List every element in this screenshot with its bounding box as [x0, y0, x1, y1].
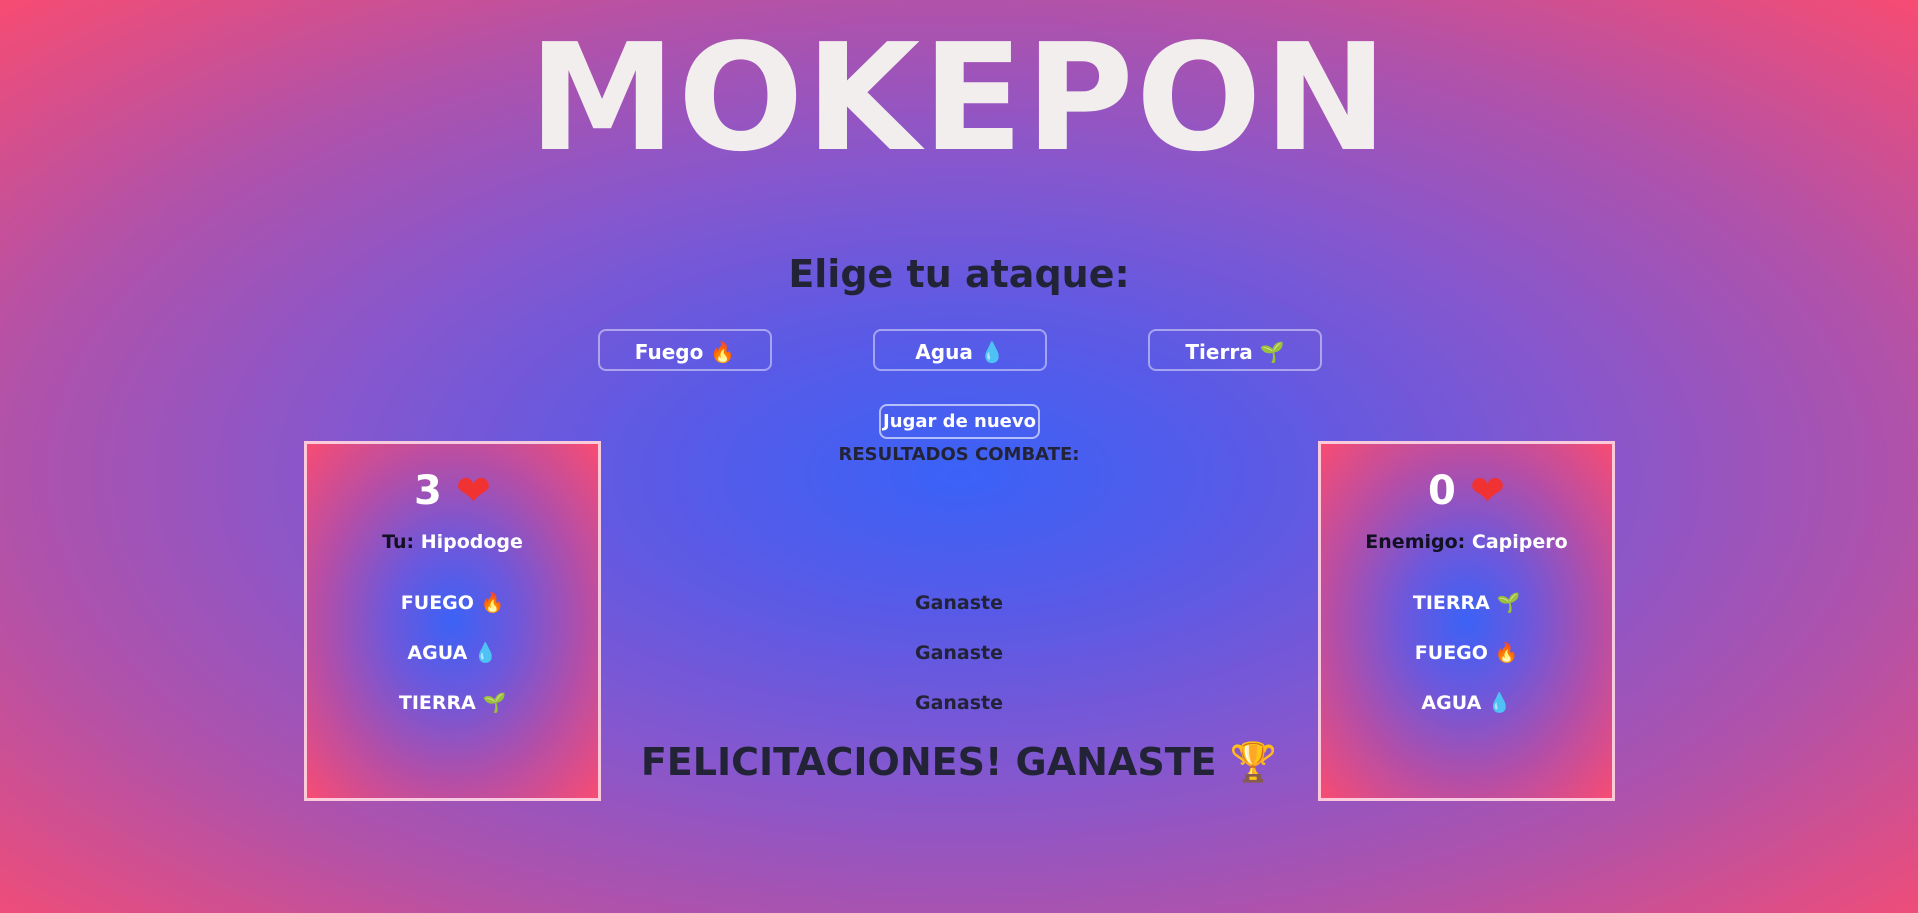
player-lives-count: 3 [413, 468, 442, 514]
heart-icon: ❤ [455, 466, 492, 515]
round-result: Ganaste [914, 592, 1004, 614]
player-label: Tu: [382, 531, 415, 553]
enemy-lives-count: 0 [1427, 468, 1456, 514]
final-message-text: FELICITACIONES! GANASTE [640, 740, 1217, 784]
fire-icon: 🔥 [710, 340, 736, 364]
final-message: FELICITACIONES! GANASTE 🏆 [0, 736, 1918, 788]
trophy-icon: 🏆 [1229, 740, 1278, 784]
enemy-pet-line: Enemigo: Capipero [1321, 528, 1612, 556]
enemy-lives: 0 ❤ [1321, 466, 1612, 516]
player-pet-line: Tu: Hipodoge [307, 528, 598, 556]
earth-attack-button[interactable]: Tierra 🌱 [1148, 329, 1322, 371]
enemy-pet-name: Capipero [1471, 531, 1568, 553]
choose-attack-heading: Elige tu ataque: [788, 252, 1130, 296]
player-lives: 3 ❤ [307, 466, 598, 516]
combat-results-heading: RESULTADOS COMBATE: [838, 444, 1080, 465]
heart-icon: ❤ [1469, 466, 1506, 515]
round-result: Ganaste [914, 692, 1004, 714]
player-pet-name: Hipodoge [420, 531, 523, 553]
water-attack-button[interactable]: Agua 💧 [873, 329, 1047, 371]
water-drop-icon: 💧 [979, 340, 1005, 364]
round-result: Ganaste [914, 642, 1004, 664]
game-title: MOKEPON [528, 12, 1390, 184]
fire-attack-button[interactable]: Fuego 🔥 [598, 329, 772, 371]
enemy-label: Enemigo: [1365, 531, 1466, 553]
water-attack-label: Agua [915, 340, 973, 364]
earth-attack-label: Tierra [1185, 340, 1253, 364]
sprout-icon: 🌱 [1259, 340, 1285, 364]
fire-attack-label: Fuego [634, 340, 704, 364]
play-again-button[interactable]: Jugar de nuevo [879, 404, 1040, 439]
